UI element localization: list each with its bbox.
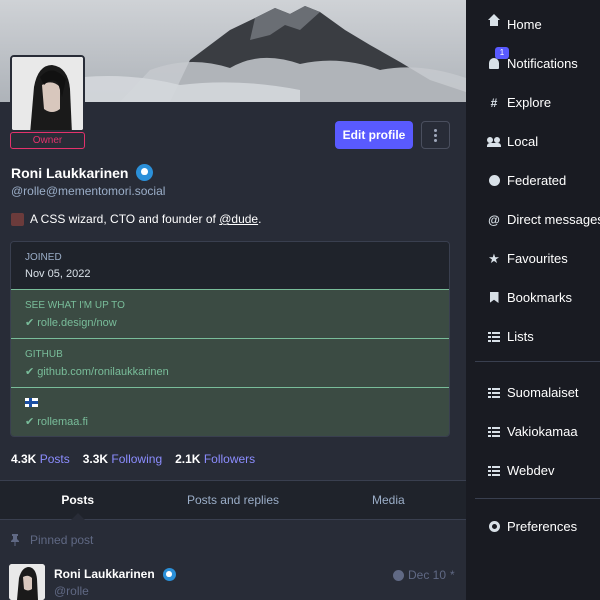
pinned-label: Pinned post [30, 533, 94, 547]
post-author-name[interactable]: Roni Laukkarinen [54, 567, 176, 581]
gear-icon [488, 521, 500, 532]
bio-mention-link[interactable]: @dude [219, 212, 258, 226]
list-icon [488, 387, 500, 398]
home-icon [488, 13, 500, 30]
nav-list-vakiokamaa[interactable]: Vakiokamaa [487, 424, 578, 439]
globe-icon [488, 175, 500, 186]
profile-handle: @rolle@mementomori.social [11, 184, 166, 198]
pin-icon [11, 534, 19, 546]
verified-check-icon: ✔ [25, 317, 35, 329]
posts-count[interactable]: 4.3K Posts [11, 452, 70, 466]
nav-direct-messages[interactable]: @ Direct messages [487, 212, 600, 227]
post-timestamp[interactable]: Dec 10 * [393, 568, 455, 582]
pinned-indicator: Pinned post [10, 533, 93, 547]
profile-avatar[interactable] [10, 55, 85, 132]
profile-display-name: Roni Laukkarinen [11, 164, 154, 181]
verified-check-icon: ✔ [25, 416, 35, 428]
public-globe-icon [393, 569, 404, 581]
navigation-sidebar: Home Notifications 1 # Explore Local Fed… [466, 0, 600, 600]
nav-divider [475, 498, 600, 499]
more-options-button[interactable] [421, 121, 450, 149]
field-joined: JOINED Nov 05, 2022 [11, 242, 449, 289]
users-icon [487, 136, 501, 147]
following-count[interactable]: 3.3K Following [83, 452, 162, 466]
bio-text: A CSS wizard, CTO and founder of [30, 212, 216, 226]
field-now: SEE WHAT I'M UP TO ✔ rolle.design/now [11, 289, 449, 338]
vertical-ellipsis-icon [434, 128, 437, 132]
bell-icon [489, 58, 499, 69]
verified-badge-icon [136, 164, 154, 181]
field-link[interactable]: rollemaa.fi [37, 416, 88, 428]
nav-favourites[interactable]: ★ Favourites [487, 250, 568, 267]
profile-counts: 4.3K Posts 3.3K Following 2.1K Followers [11, 452, 255, 466]
tab-media[interactable]: Media [311, 481, 466, 519]
post-author-avatar[interactable] [9, 564, 45, 600]
nav-list-webdev[interactable]: Webdev [487, 463, 554, 478]
nav-list-suomalaiset[interactable]: Suomalaiset [487, 385, 579, 400]
list-icon [488, 331, 500, 342]
nav-lists[interactable]: Lists [487, 329, 534, 344]
tab-posts-and-replies[interactable]: Posts and replies [155, 481, 310, 519]
nav-bookmarks[interactable]: Bookmarks [487, 290, 572, 305]
field-github: GITHUB ✔ github.com/ronilaukkarinen [11, 338, 449, 387]
followers-count[interactable]: 2.1K Followers [175, 452, 255, 466]
pinned-post[interactable]: Pinned post Roni Laukkarinen @rolle Dec … [0, 520, 466, 600]
edit-profile-button[interactable]: Edit profile [335, 121, 413, 149]
field-website: ✔ rollemaa.fi [11, 387, 449, 436]
field-label: SEE WHAT I'M UP TO [25, 300, 125, 311]
profile-column: Owner Edit profile Roni Laukkarinen @rol… [0, 0, 466, 600]
nav-local[interactable]: Local [487, 134, 538, 149]
post-author-handle: @rolle [54, 584, 89, 598]
field-link[interactable]: github.com/ronilaukkarinen [37, 366, 168, 378]
star-icon: ★ [488, 250, 500, 266]
field-label: JOINED [25, 252, 62, 263]
at-sign-icon: @ [488, 212, 500, 227]
verified-badge-icon [162, 567, 176, 581]
notifications-count-badge: 1 [495, 47, 509, 59]
nav-explore[interactable]: # Explore [487, 95, 551, 110]
list-icon [488, 465, 500, 476]
list-icon [488, 426, 500, 437]
finland-flag-icon [25, 398, 38, 407]
profile-tabs: Posts Posts and replies Media [0, 480, 466, 520]
profile-bio: A CSS wizard, CTO and founder of @dude. [11, 212, 261, 226]
custom-emoji-icon [11, 212, 24, 226]
profile-fields: JOINED Nov 05, 2022 SEE WHAT I'M UP TO ✔… [10, 241, 450, 437]
field-value: Nov 05, 2022 [25, 268, 91, 280]
nav-home[interactable]: Home [487, 13, 542, 32]
hashtag-icon: # [490, 95, 498, 110]
field-label: GITHUB [25, 349, 63, 360]
owner-role-badge: Owner [10, 132, 85, 149]
nav-federated[interactable]: Federated [487, 173, 566, 188]
verified-check-icon: ✔ [25, 366, 35, 378]
nav-preferences[interactable]: Preferences [487, 519, 577, 534]
tab-posts[interactable]: Posts [0, 481, 155, 520]
bio-end: . [258, 212, 262, 226]
display-name-text: Roni Laukkarinen [11, 164, 129, 181]
nav-divider [475, 361, 600, 362]
field-link[interactable]: rolle.design/now [37, 317, 117, 329]
bookmark-icon [489, 292, 499, 303]
